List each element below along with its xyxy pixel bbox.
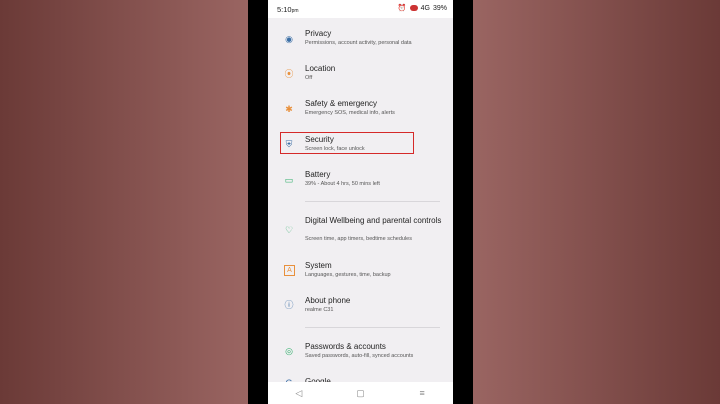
home-icon[interactable]: ▢ [350, 388, 370, 399]
back-icon[interactable]: ◁ [289, 388, 309, 399]
navigation-bar: ◁ ▢ ≡ [268, 382, 453, 404]
emergency-icon: ✱ [285, 104, 293, 114]
background-right [473, 0, 720, 404]
pillarbox-left [248, 0, 268, 404]
item-title: About phone [305, 296, 351, 305]
settings-item-location[interactable]: ⦿ Location Off [268, 63, 453, 85]
alarm-icon: ⏰ [397, 5, 407, 12]
section-divider [305, 201, 440, 202]
privacy-icon: ◉ [285, 34, 293, 44]
info-icon: ⓘ [284, 300, 294, 310]
settings-item-battery[interactable]: ▭ Battery 39% - About 4 hrs, 50 mins lef… [268, 169, 453, 191]
item-subtitle: 39% - About 4 hrs, 50 mins left [305, 181, 380, 187]
item-title: Passwords & accounts [305, 342, 386, 351]
item-subtitle: Permissions, account activity, personal … [305, 40, 412, 46]
item-subtitle: Languages, gestures, time, backup [305, 272, 391, 278]
signal-icon: 4G [420, 4, 430, 12]
item-title: Safety & emergency [305, 99, 378, 108]
item-subtitle: Emergency SOS, medical info, alerts [305, 110, 395, 116]
settings-item-about-phone[interactable]: ⓘ About phone realme C31 [268, 295, 453, 317]
highlight-box [280, 132, 414, 154]
battery-level: 39% [432, 4, 447, 12]
item-title: Privacy [305, 29, 332, 38]
item-title: Battery [305, 170, 331, 179]
item-subtitle: realme C31 [305, 307, 334, 313]
system-icon: A [284, 265, 295, 276]
recents-icon[interactable]: ≡ [412, 388, 432, 398]
background-left [0, 0, 248, 404]
wellbeing-icon: ♡ [284, 225, 294, 235]
item-title: Digital Wellbeing and parental controls [305, 216, 442, 225]
recording-icon [409, 5, 418, 11]
settings-item-safety[interactable]: ✱ Safety & emergency Emergency SOS, medi… [268, 98, 453, 120]
battery-icon: ▭ [284, 175, 294, 185]
phone-screen: 5:10pm ⏰ 4G 39% ◉ Privacy Permissions, a… [268, 0, 453, 404]
accounts-icon: ◎ [285, 346, 293, 356]
status-bar: 5:10pm ⏰ 4G 39% [268, 0, 453, 18]
item-subtitle: Saved passwords, auto-fill, synced accou… [305, 353, 414, 359]
settings-item-passwords-accounts[interactable]: ◎ Passwords & accounts Saved passwords, … [268, 341, 453, 363]
status-time: 5:10pm [277, 5, 299, 14]
section-divider [305, 327, 440, 328]
item-subtitle: Off [305, 75, 313, 81]
settings-item-system[interactable]: A System Languages, gestures, time, back… [268, 260, 453, 282]
settings-item-privacy[interactable]: ◉ Privacy Permissions, account activity,… [268, 28, 453, 50]
status-icons: ⏰ 4G 39% [397, 4, 447, 13]
item-title: System [305, 261, 332, 270]
location-icon: ⦿ [284, 69, 294, 79]
item-subtitle: Screen time, app timers, bedtime schedul… [305, 236, 412, 242]
settings-item-digital-wellbeing[interactable]: ♡ Digital Wellbeing and parental control… [268, 215, 453, 247]
item-title: Location [305, 64, 336, 73]
pillarbox-right [453, 0, 473, 404]
